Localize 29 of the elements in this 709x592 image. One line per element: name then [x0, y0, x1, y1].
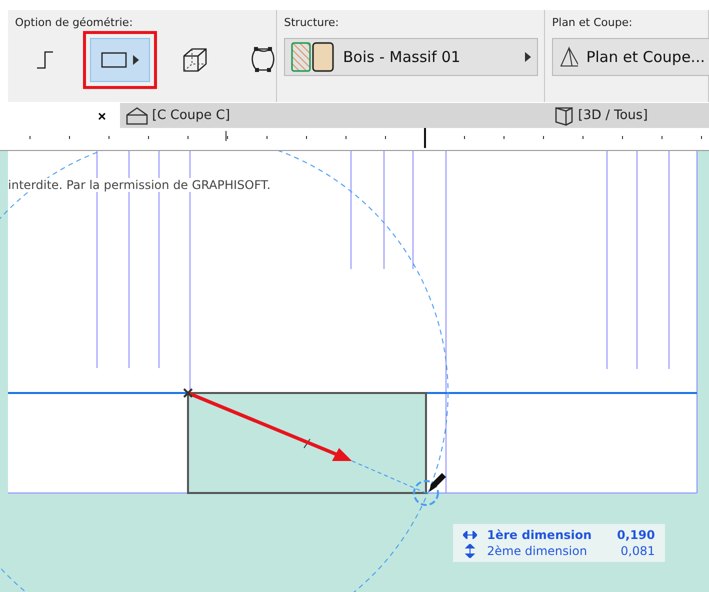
- plan-section-button[interactable]: Plan et Coupe...: [552, 38, 709, 76]
- view-tab[interactable]: ×: [8, 103, 120, 128]
- horizontal-arrow-icon: [463, 531, 477, 539]
- step-line-icon: [36, 51, 54, 69]
- dimension-label: 1ère dimension: [487, 528, 592, 542]
- cube-outline-icon: [554, 106, 574, 126]
- material-swatch-icon: [291, 42, 335, 72]
- caret-icon: [525, 52, 531, 62]
- vertical-arrow-icon: [463, 544, 477, 558]
- house-outline-icon: [126, 106, 148, 124]
- section-label: Plan et Coupe:: [552, 16, 632, 29]
- plane-icon: [559, 46, 578, 68]
- copyright-note: interdite. Par la permission de GRAPHISOFT.: [8, 178, 271, 192]
- rectangle-icon: [101, 51, 127, 69]
- view-tab[interactable]: [C Coupe C]: [120, 103, 548, 128]
- caret-icon: [133, 55, 139, 65]
- dimension-value: 0,190: [617, 528, 655, 542]
- pencil-icon: [429, 473, 446, 492]
- dimension-value: 0,081: [620, 544, 655, 558]
- selected-geometry-option[interactable]: [90, 38, 150, 82]
- cross-mark-icon: [183, 388, 193, 398]
- view-tab[interactable]: [3D / Tous]: [548, 103, 709, 128]
- snap-circle: [413, 480, 439, 506]
- dimension-label: 2ème dimension: [487, 544, 588, 558]
- close-tab-button[interactable]: ×: [90, 108, 114, 124]
- section-label: Option de géométrie:: [15, 16, 133, 29]
- cube-icon: [181, 46, 209, 74]
- structure-dropdown[interactable]: Bois - Massif 01: [284, 38, 538, 76]
- section-label: Structure:: [284, 16, 339, 29]
